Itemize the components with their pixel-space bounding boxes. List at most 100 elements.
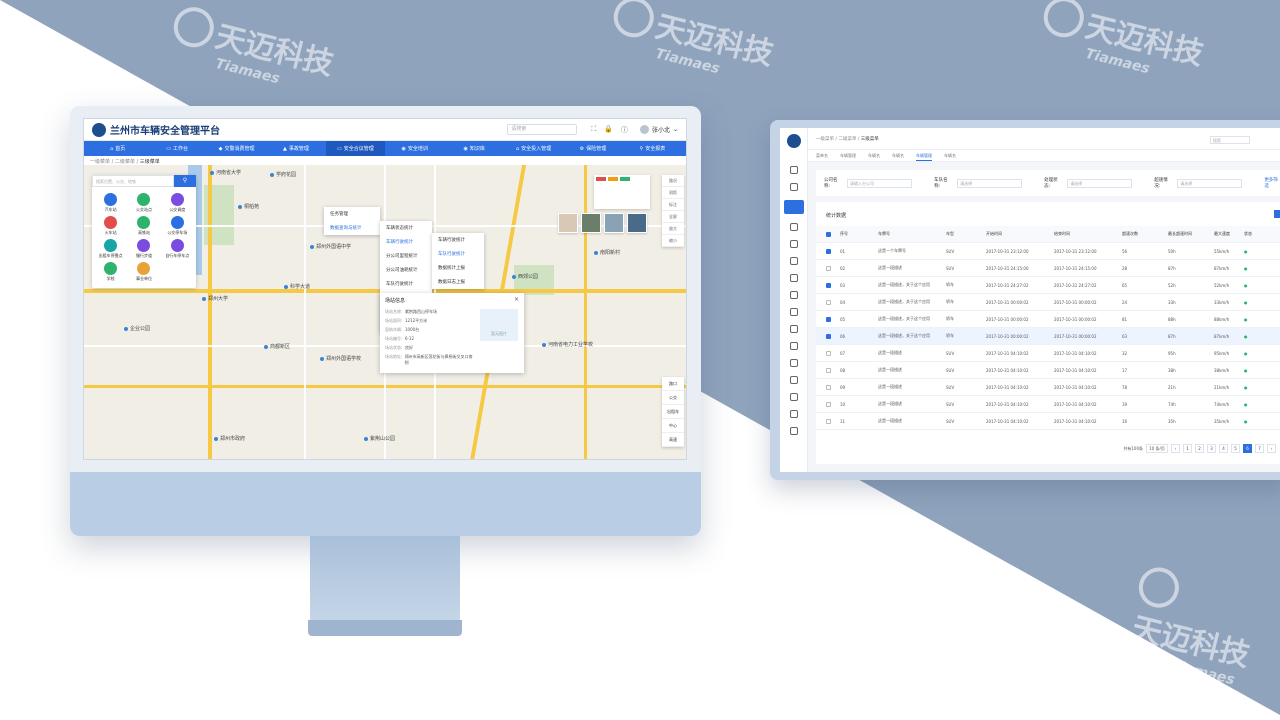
row-checkbox[interactable] (826, 384, 831, 390)
layer-taxi[interactable]: 出租车 (662, 405, 684, 419)
table-row[interactable]: 04 这是一段描述，关于这个应用 轿车 2017-10-31 00:00:02 2017… (816, 294, 1280, 311)
menu-item[interactable]: 车辆行驶统计 (380, 235, 432, 249)
map-tool-fullscreen[interactable]: 全屏 (662, 211, 684, 223)
map-poi[interactable]: 南阳新村 (594, 249, 620, 256)
layer-crossing[interactable]: 路口 (662, 377, 684, 391)
page-button[interactable]: 4 (1219, 444, 1228, 453)
map-poi[interactable]: 紫荆山公园 (364, 435, 395, 442)
table-row[interactable]: 02 这是一段描述 SUV 2017-10-31 24:15:00 2017-10-31… (816, 260, 1280, 277)
fleet-select[interactable]: 请选择 (957, 178, 1023, 188)
map-tool-zoom-out[interactable]: 缩小 (662, 235, 684, 247)
user-menu[interactable]: 张小北 ⌄ (639, 125, 678, 134)
nav-item-meeting[interactable]: ▭ 安全合议管理 (325, 141, 386, 156)
home-icon[interactable] (789, 166, 798, 174)
info-icon[interactable]: ⓘ (621, 125, 628, 135)
map-tool-measure[interactable]: 测距 (662, 187, 684, 199)
nav-item-training[interactable]: ◉ 安全培训 (385, 145, 444, 153)
table-row[interactable]: 08 这是一段描述 SUV 2017-10-31 04:10:02 2017-10-31… (816, 362, 1280, 379)
menu-item[interactable]: 车队行驶统计 (380, 277, 432, 291)
poi-type-institution[interactable]: 事业单位 (127, 262, 160, 282)
table-row[interactable]: 03 这是一段描述，关于这个应用 轿车 2017-10-31 24:27:02 2017… (816, 277, 1280, 294)
page-button[interactable]: 5 (1231, 444, 1240, 453)
row-checkbox[interactable] (826, 367, 831, 373)
page-button[interactable]: 3 (1207, 444, 1216, 453)
table-row[interactable]: 07 这是一段描述 SUV 2017-10-31 04:10:02 2017-10-31… (816, 345, 1280, 362)
menu-item[interactable]: 分公司里程统计 (380, 249, 432, 263)
table-row[interactable]: 01 这是一个车牌号 SUV 2017-10-31 23:12:00 2017-10-3… (816, 243, 1280, 260)
row-checkbox[interactable] (826, 333, 831, 339)
layer-center[interactable]: 中心 (662, 419, 684, 433)
tab[interactable]: 车辆名 (892, 150, 904, 161)
warning-icon[interactable] (789, 223, 798, 231)
nav-item-insurance[interactable]: ⚙ 保险管理 (563, 145, 622, 153)
table-row[interactable]: 05 这是一段描述，关于这个应用 轿车 2017-10-31 00:00:02 2017… (816, 311, 1280, 328)
tab[interactable]: 车辆管理 (840, 150, 856, 161)
page-button[interactable]: 6 (1243, 444, 1252, 453)
layer-bus[interactable]: 公交 (662, 391, 684, 405)
monitor-icon[interactable] (789, 240, 798, 248)
tab-active[interactable]: 车辆管理 (916, 150, 932, 161)
menu-item[interactable]: 任务管理 (324, 207, 380, 221)
add-button[interactable] (1274, 210, 1280, 218)
nav-item-police[interactable]: ◆ 交警消费管理 (207, 145, 266, 153)
row-checkbox[interactable] (826, 265, 831, 271)
poi-type-bus-station[interactable]: 汽车站 (94, 193, 127, 213)
poi-type-bike[interactable]: 自行车停车点 (161, 239, 194, 259)
gear-icon[interactable] (789, 393, 798, 401)
table-row[interactable]: 11 这是一段描述 SUV 2017-10-31 04:10:02 2017-10-31… (816, 413, 1280, 430)
page-button[interactable]: 1 (1183, 444, 1192, 453)
nav-item-accident[interactable]: ▲ 事故管理 (266, 145, 325, 153)
menu-item[interactable]: 数据统计上报 (432, 261, 484, 275)
poi-type-bus-stop[interactable]: 公交站点 (127, 193, 160, 213)
next-page-button[interactable]: › (1267, 444, 1276, 453)
poi-type-bus-dispatch[interactable]: 公交调度 (161, 193, 194, 213)
map-poi[interactable]: 西郊公园 (512, 273, 538, 280)
tab[interactable]: 车辆名 (868, 150, 880, 161)
map-poi[interactable]: 科学大道 (284, 283, 310, 290)
close-icon[interactable]: × (514, 296, 519, 303)
sidebar-item-active[interactable] (783, 200, 804, 214)
map-poi[interactable]: 学府花园 (270, 171, 296, 178)
search-icon[interactable] (789, 325, 798, 333)
map-poi[interactable]: 郑州外国语学校 (320, 355, 361, 362)
poi-type-hsr[interactable]: 高铁站 (127, 216, 160, 236)
menu-item[interactable]: 车辆行驶统计 (432, 233, 484, 247)
map-tool-mark[interactable]: 标注 (662, 199, 684, 211)
nav-item-report[interactable]: ⚲ 安全报表 (623, 145, 682, 153)
poi-type-school[interactable]: 学校 (94, 262, 127, 282)
map-search-input[interactable]: 搜索位置、公交、地铁 (92, 175, 174, 187)
tab[interactable]: 车辆名 (944, 150, 956, 161)
map-tool-zoom-in[interactable]: 放大 (662, 223, 684, 235)
tablet-search-input[interactable]: 搜索 (1210, 136, 1250, 144)
table-row[interactable]: 06 这是一段描述，关于这个应用 轿车 2017-10-31 00:00:02 2017… (816, 328, 1280, 345)
row-checkbox[interactable] (826, 248, 831, 254)
tab[interactable]: 菜单名 (816, 150, 828, 161)
camera-thumb[interactable] (581, 213, 601, 233)
nav-item-investment[interactable]: ⌂ 安全投入管理 (504, 145, 563, 153)
gear-icon[interactable] (789, 274, 798, 282)
map-poi[interactable]: 郑州市政府 (214, 435, 245, 442)
menu-item[interactable]: 数据日志上报 (432, 275, 484, 289)
camera-thumb[interactable] (604, 213, 624, 233)
company-field[interactable]: 请输入分公司 (847, 178, 913, 188)
lock-icon[interactable]: 🔒 (604, 125, 613, 135)
nav-item-knowledge[interactable]: ◉ 知识库 (444, 145, 503, 153)
menu-item[interactable]: 车辆状态统计 (380, 221, 432, 235)
nav-item-workbench[interactable]: ▭ 工作台 (147, 145, 206, 153)
map-poi[interactable]: 商都新区 (264, 343, 290, 350)
poi-type-bus-parking[interactable]: 公交停车场 (161, 216, 194, 236)
help-icon[interactable] (789, 427, 798, 435)
map-poi[interactable]: 河南省大学 (210, 169, 241, 176)
user-icon[interactable] (789, 342, 798, 350)
row-checkbox[interactable] (826, 418, 831, 424)
camera-thumb[interactable] (558, 213, 578, 233)
poi-type-taxi[interactable]: 出租车停靠点 (94, 239, 127, 259)
home-icon[interactable] (789, 291, 798, 299)
settings-icon[interactable] (789, 410, 798, 418)
row-checkbox[interactable] (826, 282, 831, 288)
nav-item-home[interactable]: ⌂ 首页 (88, 145, 147, 153)
map-poi[interactable]: 桐柏苑 (238, 203, 259, 210)
fullscreen-icon[interactable]: ⛶ (591, 125, 596, 135)
table-row[interactable]: 09 这是一段描述 SUV 2017-10-31 04:10:02 2017-10-31… (816, 379, 1280, 396)
status-select[interactable]: 请选择 (1067, 178, 1133, 188)
